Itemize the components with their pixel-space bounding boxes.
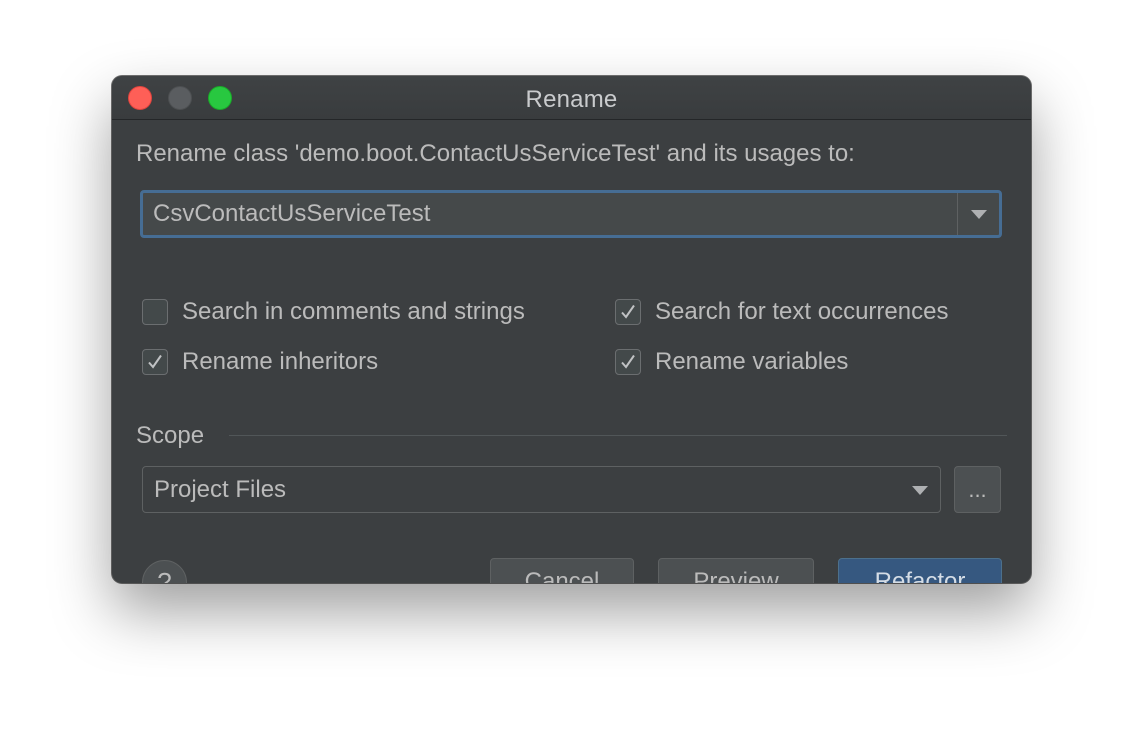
search-comments-label: Search in comments and strings	[182, 298, 525, 325]
scope-heading: Scope	[136, 422, 205, 449]
checkbox-box[interactable]	[142, 349, 168, 375]
preview-button[interactable]: Preview	[658, 558, 814, 583]
checkmark-icon	[621, 354, 635, 369]
dialog-content: Rename class 'demo.boot.ContactUsService…	[112, 120, 1031, 583]
title-bar[interactable]: Rename	[112, 76, 1031, 120]
search-text-label: Search for text occurrences	[655, 298, 949, 325]
name-history-dropdown-button[interactable]	[958, 193, 999, 235]
rename-variables-label: Rename variables	[655, 348, 849, 375]
scope-dropdown-arrow[interactable]	[912, 486, 928, 495]
scope-separator	[229, 435, 1007, 436]
cancel-button[interactable]: Cancel	[490, 558, 634, 583]
checkmark-icon	[148, 354, 162, 369]
checkbox-box[interactable]	[615, 299, 641, 325]
chevron-down-icon	[912, 486, 928, 495]
refactor-button[interactable]: Refactor	[838, 558, 1002, 583]
rename-inheritors-label: Rename inheritors	[182, 348, 379, 375]
rename-variables-checkbox[interactable]: Rename variables	[615, 348, 848, 376]
rename-prompt: Rename class 'demo.boot.ContactUsService…	[136, 140, 855, 167]
search-comments-checkbox[interactable]: Search in comments and strings	[142, 298, 525, 326]
search-text-checkbox[interactable]: Search for text occurrences	[615, 298, 948, 326]
scope-selected-value: Project Files	[154, 476, 287, 503]
new-name-combo[interactable]	[140, 190, 1002, 238]
checkmark-icon	[621, 304, 635, 319]
scope-select[interactable]: Project Files	[142, 466, 941, 513]
help-button[interactable]: ?	[142, 560, 187, 583]
new-name-input[interactable]	[143, 193, 957, 235]
rename-inheritors-checkbox[interactable]: Rename inheritors	[142, 348, 378, 376]
chevron-down-icon	[970, 209, 987, 219]
scope-browse-button[interactable]: ...	[954, 466, 1001, 513]
checkbox-box[interactable]	[615, 349, 641, 375]
checkbox-box[interactable]	[142, 299, 168, 325]
window-title: Rename	[525, 86, 618, 113]
rename-dialog: Rename Rename class 'demo.boot.ContactUs…	[112, 76, 1031, 583]
